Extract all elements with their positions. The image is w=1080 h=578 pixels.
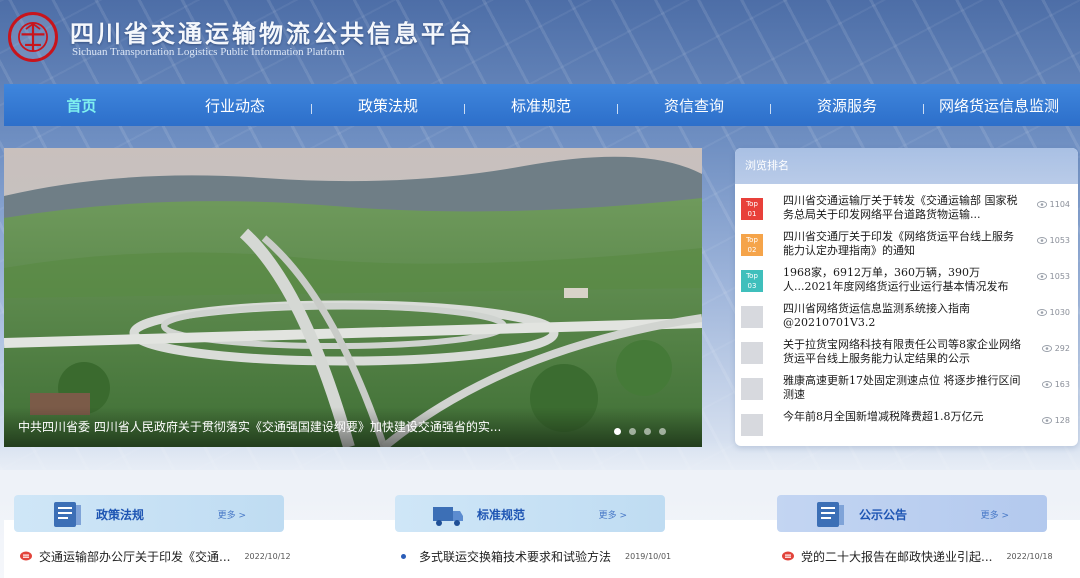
ranking-item-title[interactable]: 1968家，6912万单，360万辆，390万人...2021年度网络货运行业运… <box>783 266 1023 294</box>
carousel-dot[interactable] <box>659 428 666 435</box>
nav-item-policy[interactable]: 政策法规 <box>312 84 464 126</box>
view-count: 163 <box>1041 380 1070 389</box>
view-count-value: 292 <box>1054 344 1070 353</box>
news-date: 2019/10/01 <box>625 551 672 561</box>
news-title: 交通运输部办公厅关于印发《交通... <box>39 549 231 564</box>
rank-badge: Top 02 <box>741 234 763 256</box>
view-count-value: 1053 <box>1049 272 1070 281</box>
nav-item-home[interactable]: 首页 <box>4 84 159 126</box>
news-icon <box>782 551 794 561</box>
carousel-caption[interactable]: 中共四川省委 四川省人民政府关于贯彻落实《交通强国建设纲要》加快建设交通强省的实… <box>18 418 518 435</box>
rank-badge <box>741 306 763 328</box>
news-carousel[interactable]: 中共四川省委 四川省人民政府关于贯彻落实《交通强国建设纲要》加快建设交通强省的实… <box>4 148 702 447</box>
view-count: 1053 <box>1036 236 1070 245</box>
ranking-item[interactable]: 今年前8月全国新增减税降费超1.8万亿元 128 <box>735 406 1078 442</box>
eye-icon <box>1036 309 1047 316</box>
nav-item-industry-news[interactable]: 行业动态 <box>159 84 311 126</box>
document-list-icon <box>54 502 81 527</box>
news-item-standards[interactable]: 多式联运交换箱技术要求和试验方法 2019/10/01 <box>395 548 671 564</box>
site-subtitle: Sichuan Transportation Logistics Public … <box>72 46 345 58</box>
column-header-standards: 标准规范 更多 > <box>395 495 665 532</box>
carousel-pagination <box>614 428 666 435</box>
main-nav: 首页 行业动态 政策法规 标准规范 资信查询 资源服务 网络货运信息监测 <box>4 84 1080 126</box>
carousel-dot[interactable] <box>614 428 621 435</box>
ranking-item-title[interactable]: 四川省网络货运信息监测系统接入指南@20210701V3.2 <box>783 302 1023 330</box>
column-header-policy: 政策法规 更多 > <box>14 495 284 532</box>
ranking-item[interactable]: 四川省网络货运信息监测系统接入指南@20210701V3.2 1030 <box>735 298 1078 334</box>
view-count-value: 1053 <box>1049 236 1070 245</box>
rank-badge-label: Top <box>746 236 758 244</box>
truck-icon <box>433 507 463 526</box>
column-title: 公示公告 <box>859 508 908 522</box>
rank-badge <box>741 378 763 400</box>
rank-badge-label: Top <box>746 200 758 208</box>
rank-badge-number: 03 <box>747 282 757 290</box>
view-count-value: 1030 <box>1049 308 1070 317</box>
carousel-dot[interactable] <box>644 428 651 435</box>
bullet-dot <box>401 553 406 559</box>
rank-badge-number: 01 <box>747 210 757 218</box>
news-title: 多式联运交换箱技术要求和试验方法 <box>419 549 612 564</box>
more-link[interactable]: 更多 > <box>218 508 246 521</box>
ranking-item-title[interactable]: 雅康高速更新17处固定测速点位 将逐步推行区间测速 <box>783 374 1023 402</box>
rank-badge: Top 01 <box>741 198 763 220</box>
eye-icon <box>1036 237 1047 244</box>
more-link[interactable]: 更多 > <box>981 508 1009 521</box>
view-count: 1030 <box>1036 308 1070 317</box>
news-title: 党的二十大报告在邮政快递业引起... <box>801 549 993 564</box>
eye-icon <box>1041 417 1052 424</box>
eye-icon <box>1041 381 1052 388</box>
column-title: 标准规范 <box>477 508 526 522</box>
ranking-item[interactable]: 关于拉货宝网络科技有限责任公司等8家企业网络货运平台线上服务能力认定结果的公示 2… <box>735 334 1078 370</box>
ranking-item-title[interactable]: 四川省交通厅关于印发《网络货运平台线上服务能力认定办理指南》的通知 <box>783 230 1023 258</box>
view-count: 292 <box>1041 344 1070 353</box>
news-date: 2022/10/18 <box>1006 551 1053 561</box>
ranking-item-title[interactable]: 关于拉货宝网络科技有限责任公司等8家企业网络货运平台线上服务能力认定结果的公示 <box>783 338 1023 366</box>
emblem-icon[interactable] <box>8 12 58 62</box>
eye-icon <box>1036 273 1047 280</box>
more-link[interactable]: 更多 > <box>599 508 627 521</box>
news-item-policy[interactable]: 交通运输部办公厅关于印发《交通... 2022/10/12 <box>20 548 291 564</box>
rank-badge <box>741 414 763 436</box>
site-title: 四川省交通运输物流公共信息平台 <box>70 20 475 48</box>
view-count-value: 1104 <box>1049 200 1070 209</box>
news-date: 2022/10/12 <box>244 551 291 561</box>
view-count-value: 128 <box>1054 416 1070 425</box>
ranking-item-title[interactable]: 四川省交通运输厅关于转发《交通运输部 国家税务总局关于印发网络平台道路货物运输.… <box>783 194 1023 222</box>
news-item-announcements[interactable]: 党的二十大报告在邮政快递业引起... 2022/10/18 <box>782 548 1053 564</box>
ranking-item[interactable]: Top 01 四川省交通运输厅关于转发《交通运输部 国家税务总局关于印发网络平台道路… <box>735 190 1078 226</box>
view-count: 1104 <box>1036 200 1070 209</box>
rank-badge-label: Top <box>746 272 758 280</box>
column-title: 政策法规 <box>96 508 145 522</box>
ranking-item[interactable]: 雅康高速更新17处固定测速点位 将逐步推行区间测速 163 <box>735 370 1078 406</box>
view-count: 1053 <box>1036 272 1070 281</box>
ranking-title: 浏览排名 <box>735 148 1078 184</box>
nav-item-credit-query[interactable]: 资信查询 <box>618 84 770 126</box>
carousel-photo <box>4 148 702 447</box>
rank-badge-number: 02 <box>747 246 757 254</box>
eye-icon <box>1041 345 1052 352</box>
view-count: 128 <box>1041 416 1070 425</box>
news-icon <box>20 551 32 561</box>
ranking-item-title[interactable]: 今年前8月全国新增减税降费超1.8万亿元 <box>783 410 1023 438</box>
ranking-item[interactable]: Top 03 1968家，6912万单，360万辆，390万人...2021年度网络… <box>735 262 1078 298</box>
eye-icon <box>1036 201 1047 208</box>
ranking-list: Top 01 四川省交通运输厅关于转发《交通运输部 国家税务总局关于印发网络平台道路… <box>735 184 1078 442</box>
rank-badge: Top 03 <box>741 270 763 292</box>
nav-item-standards[interactable]: 标准规范 <box>465 84 617 126</box>
nav-item-resource-service[interactable]: 资源服务 <box>771 84 923 126</box>
view-count-value: 163 <box>1054 380 1070 389</box>
view-ranking-panel: 浏览排名 Top 01 四川省交通运输厅关于转发《交通运输部 国家税务总局关于印发网… <box>735 148 1078 446</box>
rank-badge <box>741 342 763 364</box>
column-header-announcements: 公示公告 更多 > <box>777 495 1047 532</box>
document-list-icon <box>817 502 844 527</box>
ranking-item[interactable]: Top 02 四川省交通厅关于印发《网络货运平台线上服务能力认定办理指南》的通知 10… <box>735 226 1078 262</box>
nav-item-freight-monitoring[interactable]: 网络货运信息监测 <box>924 84 1074 126</box>
carousel-dot[interactable] <box>629 428 636 435</box>
